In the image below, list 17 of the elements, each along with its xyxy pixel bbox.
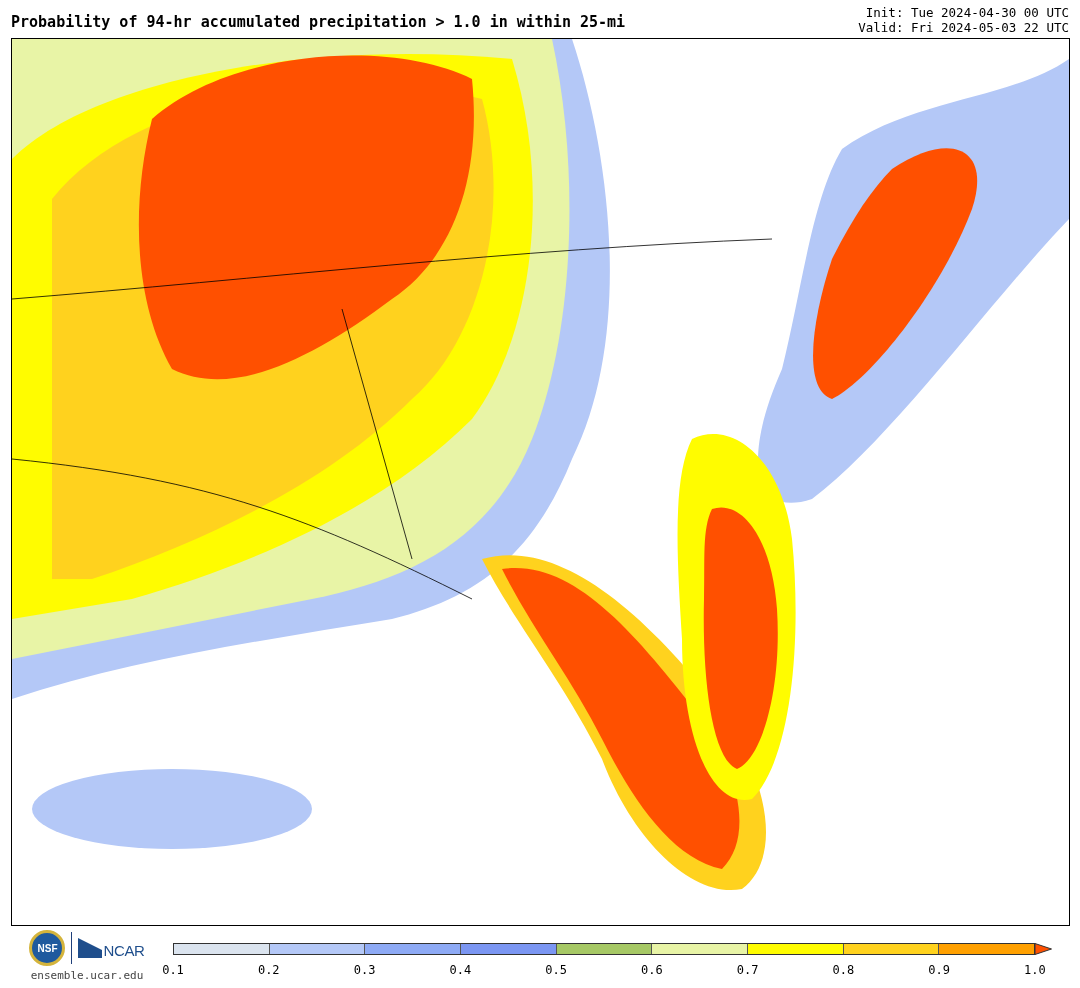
tick-label: 0.8	[831, 962, 856, 979]
tick-label: 0.7	[735, 962, 760, 979]
tick-label: 0.3	[352, 962, 377, 979]
tick-label: 0.5	[544, 962, 568, 979]
ncar-icon	[78, 938, 103, 958]
map-title: Probability of 94-hr accumulated precipitation > 1.0 in within 25-mi	[11, 12, 626, 33]
tick-label: 1.0	[1023, 962, 1047, 979]
nsf-logo: NSF	[29, 930, 66, 966]
tick-label: 0.6	[640, 962, 664, 979]
tick-label: 0.9	[927, 962, 951, 979]
site-address: ensemble.ucar.edu	[30, 968, 144, 984]
tick-label: 0.4	[448, 962, 473, 979]
ncar-logo-text: NCAR	[103, 943, 145, 958]
tick-label: 0.1	[161, 962, 185, 979]
tick-label: 0.2	[256, 962, 281, 979]
init-time: Init: Tue 2024-04-30 00 UTC	[865, 5, 1069, 20]
valid-time: Valid: Fri 2024-05-03 22 UTC	[858, 20, 1069, 35]
